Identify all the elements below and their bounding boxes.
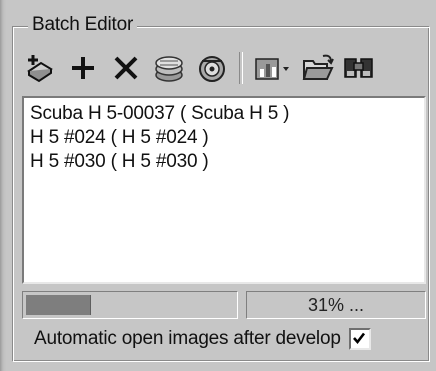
open-folder-icon — [301, 51, 335, 85]
chart-dropdown-button[interactable] — [251, 48, 295, 88]
film-reel-icon — [195, 51, 229, 85]
film-stack-button[interactable] — [149, 48, 189, 88]
plus-icon — [68, 53, 98, 83]
checkmark-icon — [352, 332, 365, 345]
binoculars-icon — [342, 51, 376, 85]
group-title: Batch Editor — [28, 14, 138, 36]
toolbar — [20, 46, 380, 90]
progress-fill — [26, 295, 91, 315]
progress-bar — [22, 291, 238, 319]
film-reel-button[interactable] — [192, 48, 232, 88]
add-from-scanner-button[interactable] — [20, 48, 60, 88]
window-edge — [0, 0, 6, 371]
batch-list[interactable]: Scuba H 5-00037 ( Scuba H 5 ) H 5 #024 (… — [22, 96, 426, 284]
chart-dropdown-icon — [253, 51, 293, 85]
auto-open-checkbox[interactable] — [348, 328, 371, 350]
film-stack-icon — [152, 51, 186, 85]
auto-open-option: Automatic open images after develop — [34, 326, 371, 352]
toolbar-separator — [239, 52, 243, 84]
auto-open-label: Automatic open images after develop — [34, 328, 341, 349]
scanner-add-icon — [23, 51, 57, 85]
x-icon — [111, 53, 141, 83]
batch-editor-window: Batch Editor Scuba H 5-00037 (Scuba H 5… — [0, 0, 436, 371]
remove-button[interactable] — [106, 48, 146, 88]
add-button[interactable] — [63, 48, 103, 88]
list-item[interactable]: Scuba H 5-00037 ( Scuba H 5 ) — [30, 102, 418, 126]
open-folder-button[interactable] — [298, 48, 338, 88]
progress-percent: 31% ... — [246, 291, 426, 319]
find-button[interactable] — [341, 48, 377, 88]
list-item[interactable]: H 5 #030 ( H 5 #030 ) — [30, 150, 418, 174]
list-item[interactable]: H 5 #024 ( H 5 #024 ) — [30, 126, 418, 150]
